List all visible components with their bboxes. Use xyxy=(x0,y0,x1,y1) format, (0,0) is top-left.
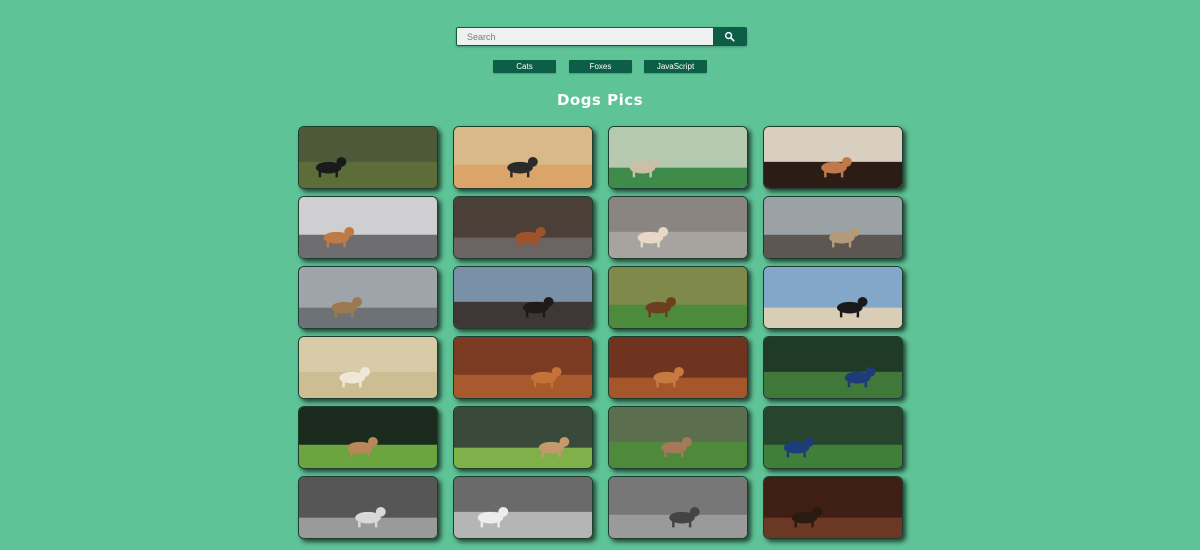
dog-image xyxy=(764,477,902,538)
category-nav: Cats Foxes JavaScript xyxy=(0,60,1200,73)
dog-image xyxy=(454,407,592,468)
dog-image xyxy=(609,337,747,398)
dog-photo[interactable] xyxy=(763,336,903,399)
dog-photo[interactable] xyxy=(298,196,438,259)
dog-image xyxy=(764,267,902,328)
dog-image xyxy=(454,267,592,328)
dog-image xyxy=(764,127,902,188)
dog-image xyxy=(609,477,747,538)
dog-image xyxy=(609,407,747,468)
dog-image xyxy=(764,337,902,398)
dog-photo[interactable] xyxy=(298,126,438,189)
page-title: Dogs Pics xyxy=(556,91,644,109)
dog-photo[interactable] xyxy=(763,196,903,259)
dog-image xyxy=(454,337,592,398)
dog-photo[interactable] xyxy=(763,266,903,329)
dog-photo[interactable] xyxy=(763,406,903,469)
dog-image xyxy=(299,197,437,258)
dog-photo[interactable] xyxy=(298,336,438,399)
cats-button[interactable]: Cats xyxy=(493,60,556,73)
dog-image xyxy=(299,127,437,188)
dog-image xyxy=(764,407,902,468)
dog-photo[interactable] xyxy=(453,196,593,259)
dog-image xyxy=(299,267,437,328)
dog-image xyxy=(454,197,592,258)
dog-image xyxy=(764,197,902,258)
dog-photo[interactable] xyxy=(453,126,593,189)
dog-photo[interactable] xyxy=(608,196,748,259)
dog-image xyxy=(609,197,747,258)
search-form xyxy=(456,27,747,46)
photo-grid xyxy=(298,126,908,539)
search-input[interactable] xyxy=(457,28,713,45)
dog-photo[interactable] xyxy=(453,266,593,329)
dog-photo[interactable] xyxy=(608,126,748,189)
dog-image xyxy=(299,337,437,398)
dog-photo[interactable] xyxy=(608,406,748,469)
dog-image xyxy=(299,407,437,468)
dog-photo[interactable] xyxy=(453,476,593,539)
dog-photo[interactable] xyxy=(453,336,593,399)
search-button[interactable] xyxy=(713,28,746,45)
dog-image xyxy=(454,127,592,188)
foxes-button[interactable]: Foxes xyxy=(569,60,632,73)
dog-photo[interactable] xyxy=(298,476,438,539)
dog-image xyxy=(609,267,747,328)
dog-photo[interactable] xyxy=(763,126,903,189)
dog-photo[interactable] xyxy=(608,476,748,539)
dog-photo[interactable] xyxy=(298,266,438,329)
dog-photo[interactable] xyxy=(453,406,593,469)
dog-image xyxy=(299,477,437,538)
dog-photo[interactable] xyxy=(608,266,748,329)
dog-photo[interactable] xyxy=(298,406,438,469)
search-icon xyxy=(724,31,735,42)
dog-image xyxy=(454,477,592,538)
dog-image xyxy=(609,127,747,188)
dog-photo[interactable] xyxy=(763,476,903,539)
javascript-button[interactable]: JavaScript xyxy=(644,60,707,73)
dog-photo[interactable] xyxy=(608,336,748,399)
